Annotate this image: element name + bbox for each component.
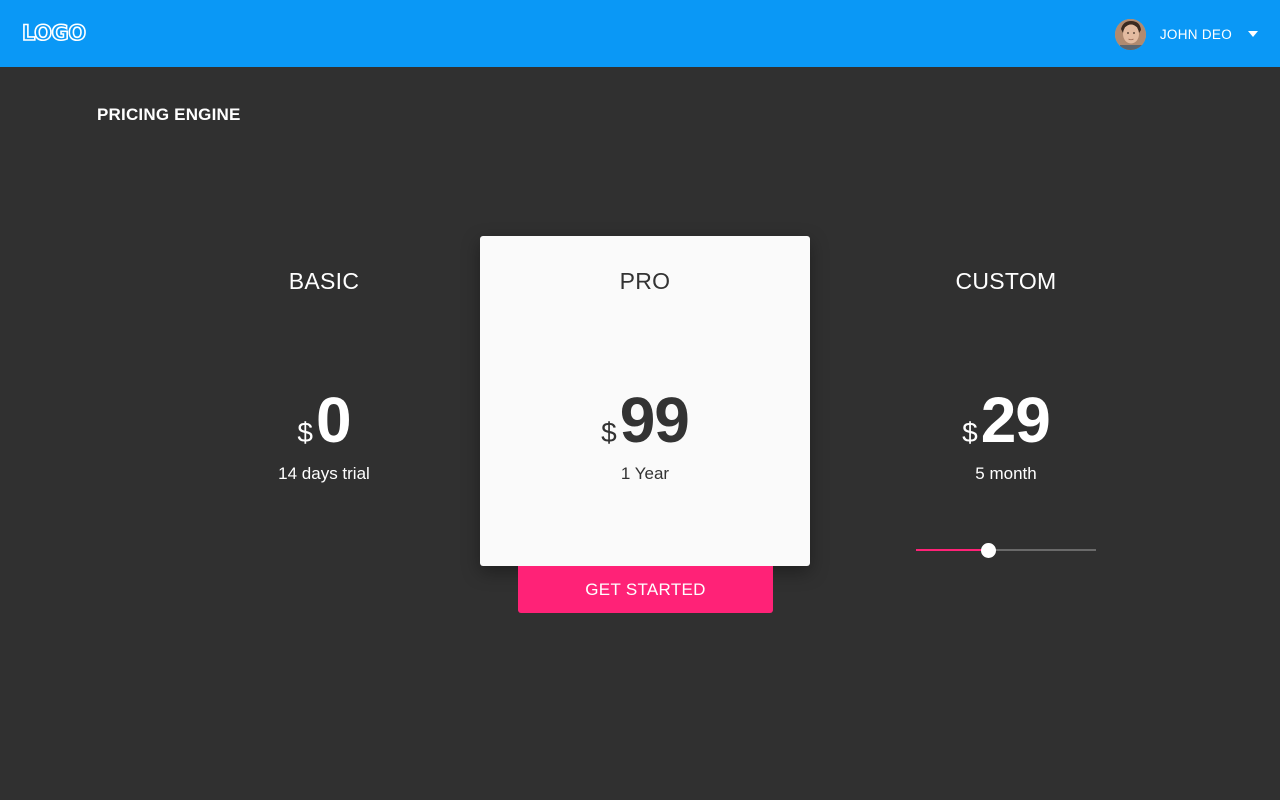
plan-name: PRO <box>619 268 671 294</box>
plan-term: 1 Year <box>620 464 670 483</box>
avatar[interactable] <box>1114 18 1146 50</box>
plan-term: 14 days trial <box>278 464 370 483</box>
plan-custom[interactable]: CUSTOM $ 29 5 month <box>906 267 1106 484</box>
plan-price: $ 99 <box>480 388 810 452</box>
price-amount: 99 <box>619 384 690 456</box>
currency-symbol: $ <box>962 417 978 448</box>
plan-name: CUSTOM <box>955 268 1057 294</box>
duration-slider[interactable] <box>916 540 1096 560</box>
page-title: PRICING ENGINE <box>97 105 241 124</box>
plan-pro[interactable]: PRO $ 99 1 Year <box>480 267 810 484</box>
slider-fill <box>916 549 988 551</box>
logo[interactable]: LOGO <box>21 20 87 46</box>
currency-symbol: $ <box>297 417 313 448</box>
get-started-button[interactable]: GET STARTED <box>518 566 773 613</box>
plan-price: $ 0 <box>224 388 424 452</box>
price-amount: 0 <box>315 384 352 456</box>
user-menu[interactable]: JOHN DEO <box>1114 18 1258 50</box>
currency-symbol: $ <box>601 417 617 448</box>
top-bar: LOGO JOHN DEO <box>0 0 1280 67</box>
plan-term: 5 month <box>975 464 1037 483</box>
user-name[interactable]: JOHN DEO <box>1160 27 1232 42</box>
plan-price: $ 29 <box>906 388 1106 452</box>
chevron-down-icon[interactable] <box>1248 31 1258 37</box>
plan-basic[interactable]: BASIC $ 0 14 days trial <box>224 267 424 484</box>
plan-name: BASIC <box>288 268 360 294</box>
slider-thumb[interactable] <box>981 543 996 558</box>
price-amount: 29 <box>980 384 1051 456</box>
